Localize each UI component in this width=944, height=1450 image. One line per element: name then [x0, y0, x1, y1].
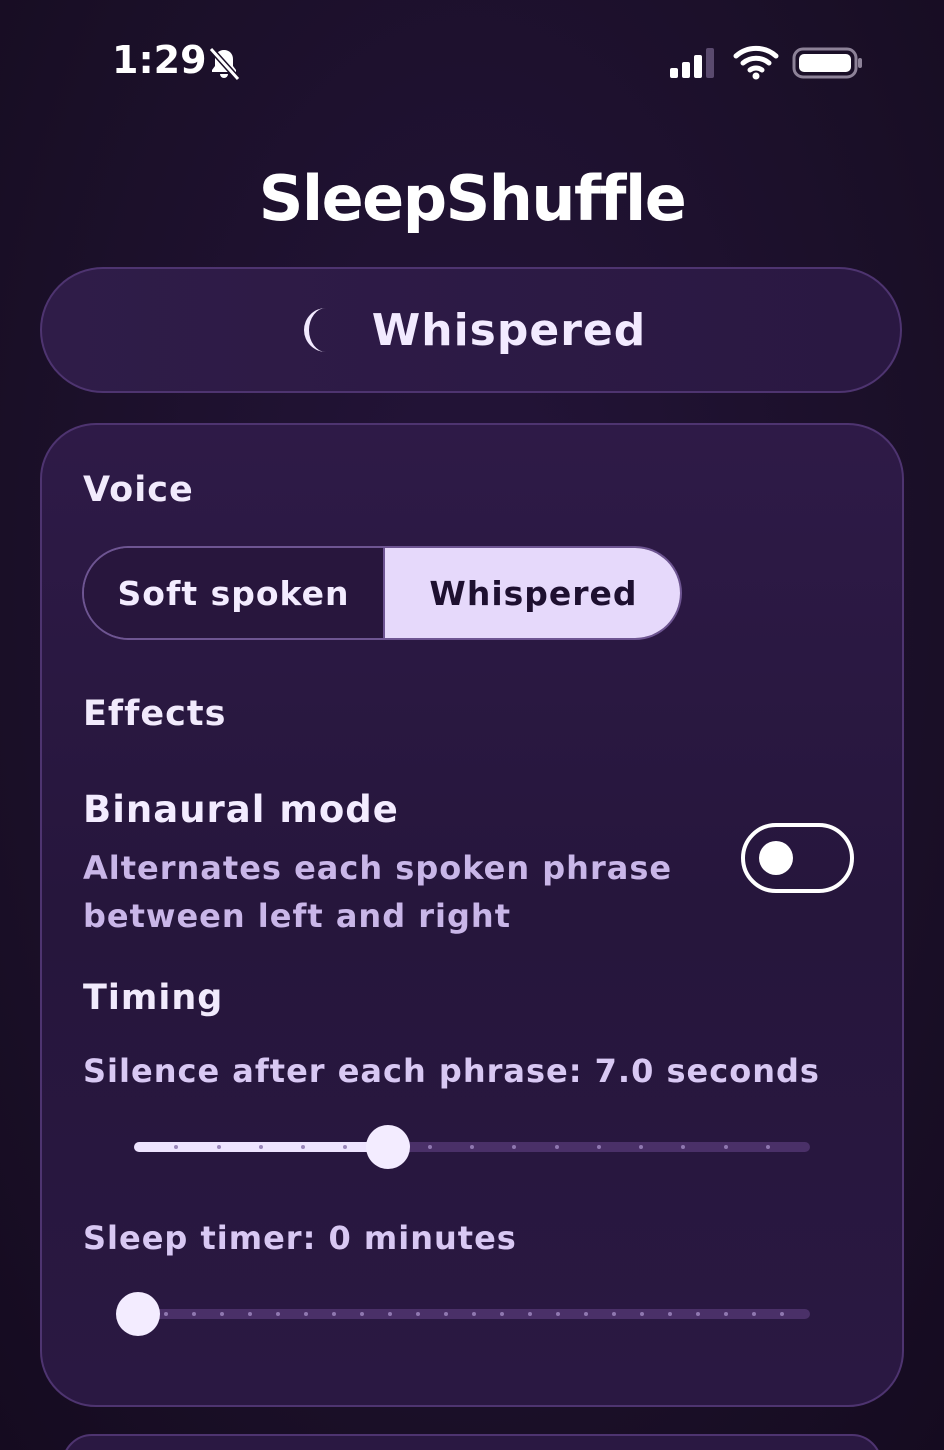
slider-tick: [304, 1312, 308, 1316]
slider-tick: [765, 1145, 770, 1149]
slider-thumb[interactable]: [116, 1292, 160, 1336]
slider-tick: [556, 1312, 560, 1316]
slider-tick: [301, 1145, 305, 1149]
toggle-knob: [759, 841, 793, 875]
slider-tick: [276, 1312, 280, 1316]
sleep-timer-slider[interactable]: [116, 1292, 810, 1336]
voice-segmented-control: Soft spoken Whispered: [82, 546, 682, 640]
current-mode-label: Whispered: [371, 304, 647, 356]
slider-tick: [444, 1312, 448, 1316]
slider-tick: [780, 1312, 784, 1316]
moon-icon: [303, 308, 326, 352]
silence-slider-label: Silence after each phrase: 7.0 seconds: [83, 1052, 820, 1090]
battery-icon: [792, 47, 862, 79]
slider-tick: [258, 1145, 263, 1149]
silence-slider[interactable]: [134, 1125, 810, 1169]
slider-tick: [612, 1312, 616, 1316]
voice-option-whispered[interactable]: Whispered: [385, 548, 680, 638]
slider-tick: [472, 1312, 476, 1316]
slider-tick: [528, 1312, 532, 1316]
slider-tick: [724, 1312, 728, 1316]
slider-tick: [216, 1145, 221, 1149]
slider-thumb[interactable]: [365, 1125, 410, 1169]
next-card: [62, 1434, 882, 1450]
slider-tick: [470, 1145, 474, 1149]
slider-tick: [248, 1312, 252, 1316]
slider-tick: [332, 1312, 336, 1316]
slider-tick: [416, 1312, 420, 1316]
slider-tick: [723, 1145, 728, 1149]
effects-heading: Effects: [83, 694, 227, 734]
slider-tick: [752, 1312, 756, 1316]
wifi-icon: [733, 45, 779, 80]
slider-tick: [427, 1145, 432, 1149]
binaural-mode-toggle[interactable]: [741, 823, 854, 893]
timing-heading: Timing: [83, 978, 224, 1018]
slider-tick: [388, 1312, 392, 1316]
current-mode-button[interactable]: Whispered: [40, 267, 902, 393]
slider-tick: [584, 1312, 588, 1316]
slider-tick: [554, 1145, 559, 1149]
slider-tick: [596, 1145, 601, 1149]
status-bar: 1:29: [0, 0, 944, 130]
app-title: SleepShuffle: [258, 162, 687, 235]
cellular-signal-icon: [670, 48, 714, 78]
slider-tick: [696, 1312, 700, 1316]
slider-tick: [192, 1312, 196, 1316]
voice-heading: Voice: [83, 470, 194, 510]
bell-slash-icon: [208, 46, 241, 82]
binaural-mode-title: Binaural mode: [83, 788, 399, 831]
slider-tick: [220, 1312, 224, 1316]
slider-tick: [639, 1145, 643, 1149]
slider-tick: [640, 1312, 644, 1316]
slider-tick: [164, 1312, 168, 1316]
binaural-mode-description: Alternates each spoken phrase between le…: [83, 849, 673, 935]
slider-tick: [668, 1312, 672, 1316]
voice-option-soft-spoken[interactable]: Soft spoken: [84, 548, 385, 638]
status-time: 1:29: [112, 38, 207, 82]
slider-tick: [360, 1312, 364, 1316]
slider-tick: [500, 1312, 504, 1316]
sleep-timer-label: Sleep timer: 0 minutes: [83, 1219, 517, 1257]
